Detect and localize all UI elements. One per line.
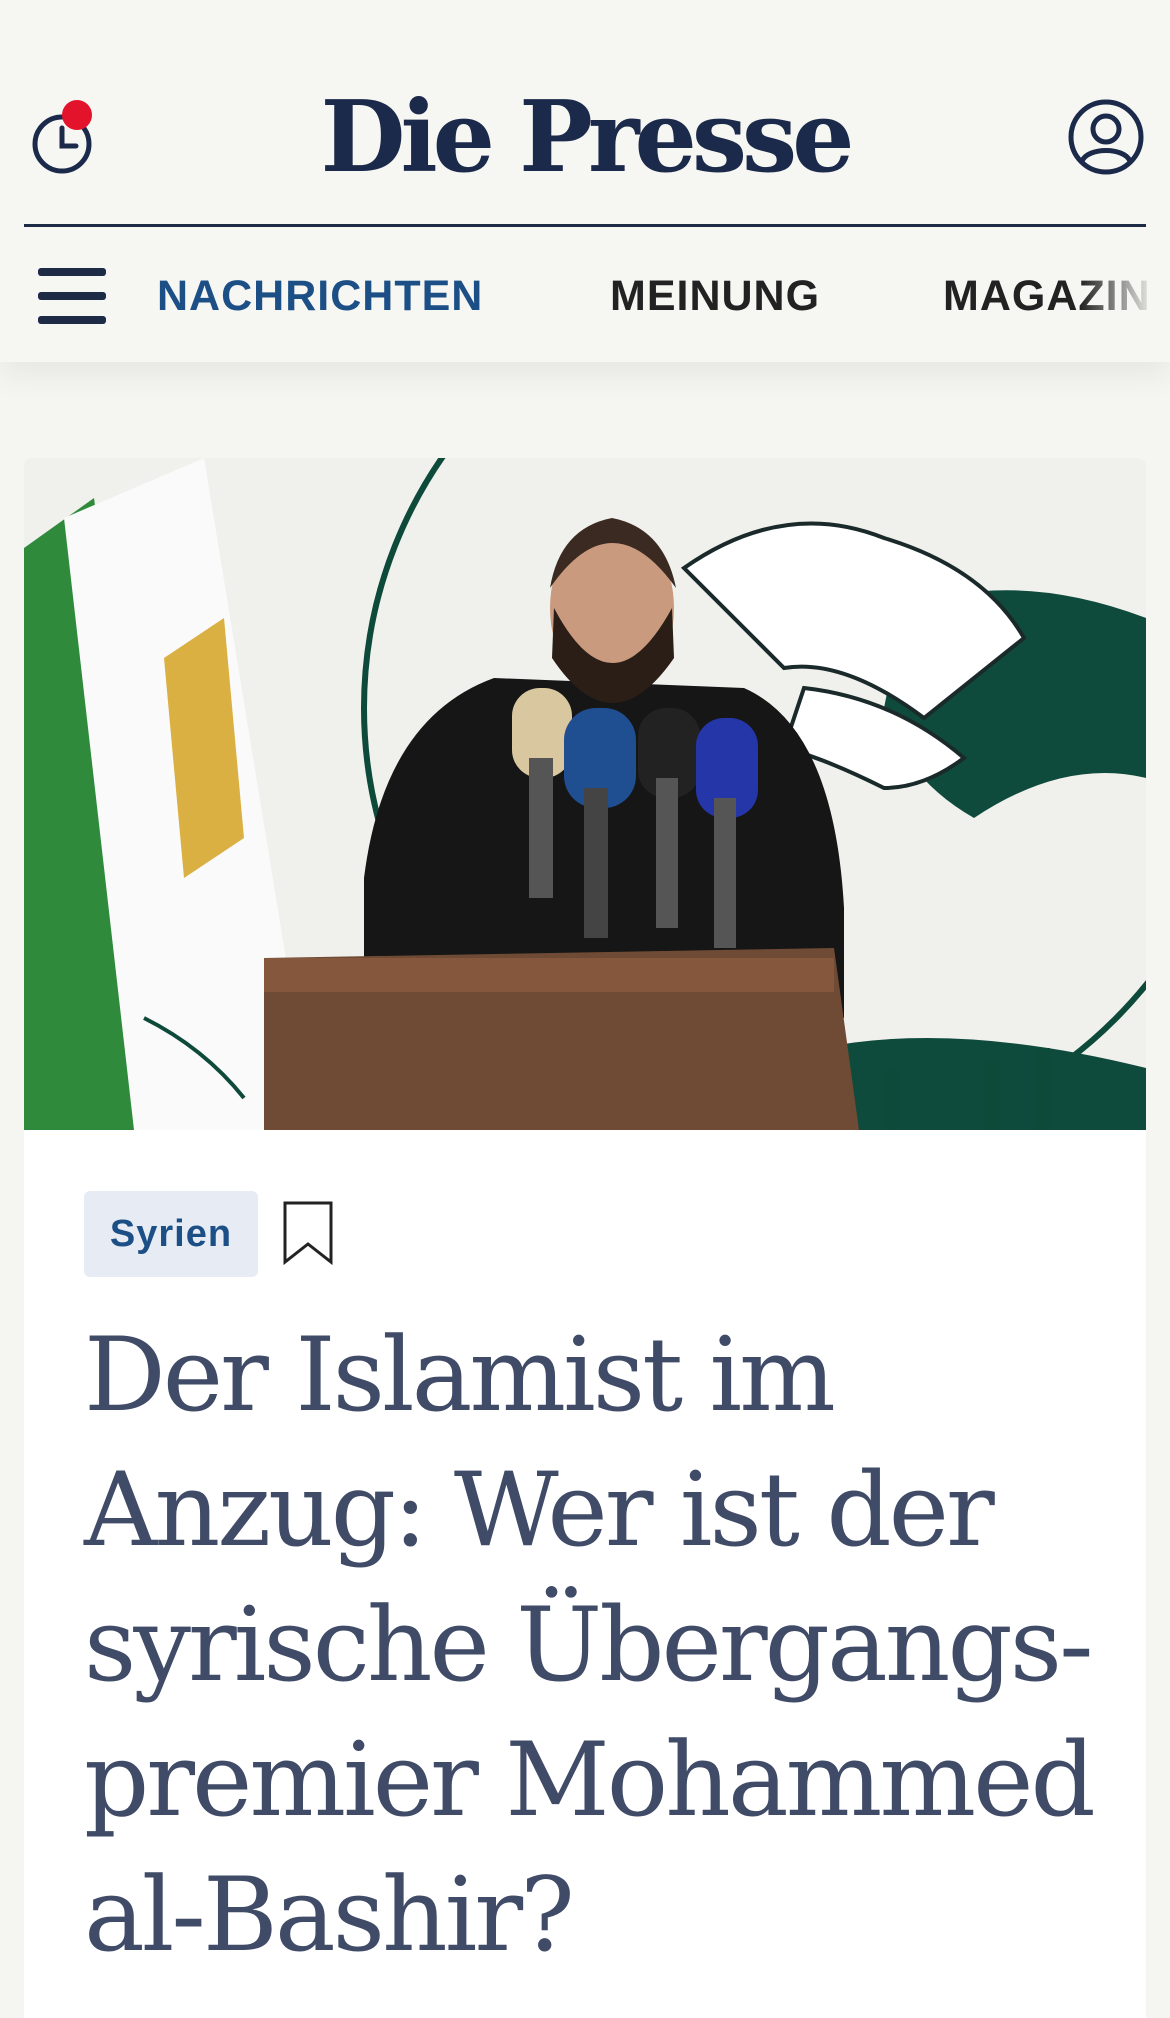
nav-item-meinung[interactable]: MEINUNG [610,270,820,322]
article-hero-image[interactable] [24,458,1146,1130]
site-header: Die Presse NACHRICHTEN MEINUNG MAGAZIN [0,0,1170,362]
bookmark-button[interactable] [282,1200,334,1266]
account-button[interactable] [1066,97,1146,177]
hero-photo [24,458,1146,1130]
article-card[interactable]: Syrien Der Islamist im Anzug: Wer ist de… [24,458,1146,2018]
main-navigation: NACHRICHTEN MEINUNG MAGAZIN [0,240,1170,350]
header-divider [24,224,1146,227]
nav-scroll-fade [1080,240,1170,350]
bookmark-icon [283,1201,333,1266]
menu-button[interactable] [38,268,106,324]
topic-tag[interactable]: Syrien [84,1191,258,1277]
site-logo[interactable]: Die Presse [0,78,1170,198]
user-account-icon [1068,99,1144,175]
article-headline[interactable]: Der Islamist im Anzug: Wer ist der syris… [84,1308,1124,1983]
nav-item-nachrichten[interactable]: NACHRICHTEN [157,270,483,322]
